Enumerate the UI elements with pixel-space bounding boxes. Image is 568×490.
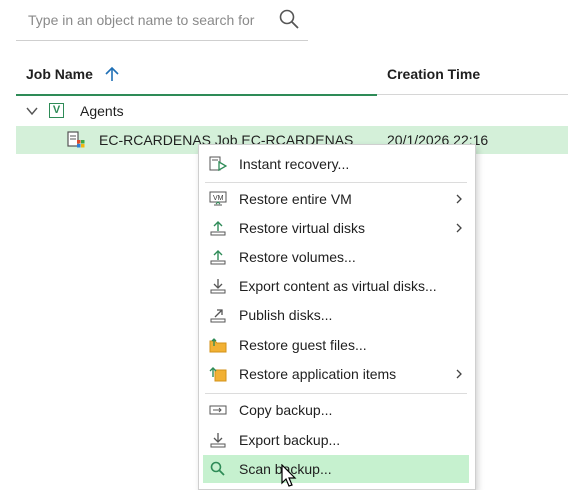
mouse-cursor-icon <box>281 464 297 487</box>
menu-item-restore-entire-vm[interactable]: VM Restore entire VM <box>203 185 469 213</box>
restore-volumes-icon <box>210 250 226 265</box>
search-icon[interactable] <box>278 8 300 30</box>
menu-item-export-backup[interactable]: Export backup... <box>203 426 469 454</box>
menu-separator <box>205 393 467 394</box>
menu-label-copy-backup: Copy backup... <box>239 402 333 418</box>
chevron-right-icon <box>456 223 462 233</box>
instant-recovery-icon <box>209 156 227 172</box>
menu-label-restore-application-items: Restore application items <box>239 366 397 382</box>
copy-backup-icon <box>209 405 227 415</box>
column-label-job-name: Job Name <box>26 66 93 82</box>
app-items-icon <box>209 367 227 382</box>
menu-label-restore-virtual-disks: Restore virtual disks <box>239 220 366 236</box>
column-label-creation-time: Creation Time <box>387 66 481 82</box>
context-menu: Instant recovery... VM Restore entire VM… <box>198 144 476 490</box>
tree-label-agents: Agents <box>80 103 124 119</box>
menu-item-restore-application-items[interactable]: Restore application items <box>203 360 469 388</box>
menu-item-publish-disks[interactable]: Publish disks... <box>203 301 469 329</box>
menu-label-restore-volumes: Restore volumes... <box>239 249 356 265</box>
vm-restore-icon: VM <box>209 191 227 206</box>
menu-label-publish-disks: Publish disks... <box>239 307 333 323</box>
publish-disks-icon <box>210 309 226 323</box>
menu-item-restore-volumes[interactable]: Restore volumes... <box>203 243 469 271</box>
menu-item-export-content-as-virtual-disks[interactable]: Export content as virtual disks... <box>203 272 469 300</box>
menu-label-export-content-as-virtual-disks: Export content as virtual disks... <box>239 278 437 294</box>
agent-job-icon <box>67 131 85 148</box>
tree-row-agents[interactable]: V Agents <box>16 97 568 125</box>
menu-item-restore-virtual-disks[interactable]: Restore virtual disks <box>203 214 469 242</box>
folder-icon <box>209 338 227 353</box>
chevron-right-icon <box>456 194 462 204</box>
svg-text:VM: VM <box>213 195 224 202</box>
menu-label-restore-entire-vm: Restore entire VM <box>239 191 352 207</box>
export-backup-icon <box>210 433 226 448</box>
search-box <box>16 0 308 41</box>
menu-label-instant-recovery: Instant recovery... <box>239 156 350 172</box>
chevron-down-icon[interactable] <box>26 105 38 117</box>
menu-item-instant-recovery[interactable]: Instant recovery... <box>203 150 469 178</box>
magnifier-icon <box>210 461 225 476</box>
menu-separator <box>205 182 467 183</box>
search-input[interactable] <box>26 8 270 32</box>
chevron-right-icon <box>456 369 462 379</box>
export-disks-icon <box>210 279 226 294</box>
column-header-job-name[interactable]: Job Name <box>16 58 377 96</box>
menu-item-scan-backup[interactable]: Scan backup... <box>203 455 469 483</box>
group-checkmark-icon: V <box>49 103 64 118</box>
menu-item-restore-guest-files[interactable]: Restore guest files... <box>203 331 469 359</box>
sort-ascending-icon[interactable] <box>104 66 120 82</box>
menu-label-restore-guest-files: Restore guest files... <box>239 337 367 353</box>
menu-label-export-backup: Export backup... <box>239 432 341 448</box>
menu-item-copy-backup[interactable]: Copy backup... <box>203 396 469 424</box>
column-header-creation-time[interactable]: Creation Time <box>377 58 568 95</box>
restore-disks-icon <box>210 221 226 236</box>
